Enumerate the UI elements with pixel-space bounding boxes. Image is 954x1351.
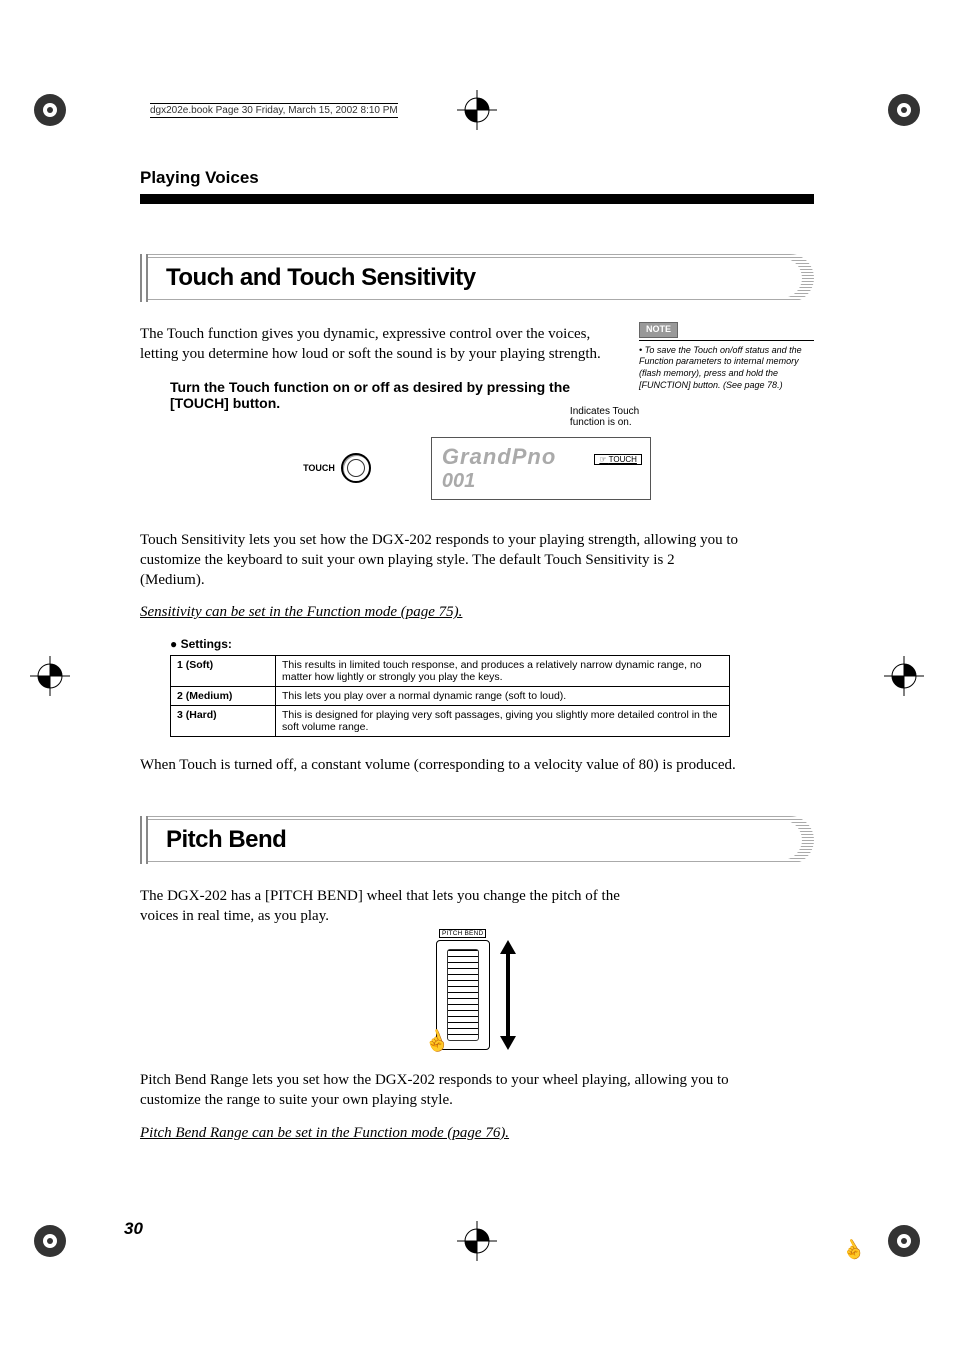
table-row: 2 (Medium)This lets you play over a norm… [171, 687, 730, 706]
function-link: Pitch Bend Range can be set in the Funct… [140, 1125, 814, 1142]
divider-bar [140, 194, 814, 204]
section-banner: Pitch Bend [140, 816, 814, 864]
crop-mark-icon [884, 1221, 924, 1261]
settings-table: 1 (Soft)This results in limited touch re… [170, 655, 730, 737]
register-mark-icon [30, 656, 70, 696]
crop-mark-icon [884, 90, 924, 130]
instruction-text: Turn the Touch function on or off as des… [170, 379, 600, 411]
touch-button-diagram: TOUCH ☝ [303, 453, 371, 483]
setting-name: 3 (Hard) [171, 706, 276, 737]
table-row: 3 (Hard)This is designed for playing ver… [171, 706, 730, 737]
page-number: 30 [124, 1219, 143, 1239]
pitch-intro: The DGX-202 has a [PITCH BEND] wheel tha… [140, 886, 660, 927]
page-header-info: dgx202e.book Page 30 Friday, March 15, 2… [150, 103, 398, 118]
section-title: Playing Voices [140, 168, 814, 188]
pitch-wheel-diagram: PITCH BEND ☝ [140, 940, 814, 1050]
settings-heading: Settings: [170, 637, 814, 651]
touch-button-label: TOUCH [303, 463, 335, 473]
hand-cursor-icon: ☝ [838, 1236, 868, 1265]
setting-desc: This results in limited touch response, … [276, 656, 730, 687]
crop-mark-icon [30, 1221, 70, 1261]
note-text: To save the Touch on/off status and the … [639, 345, 814, 392]
touch-on-indicator: TOUCH [594, 454, 642, 465]
setting-desc: This is designed for playing very soft p… [276, 706, 730, 737]
register-mark-icon [884, 656, 924, 696]
setting-desc: This lets you play over a normal dynamic… [276, 687, 730, 706]
pitch-wheel-label: PITCH BEND [439, 929, 486, 938]
banner-title: Pitch Bend [166, 826, 286, 854]
pitch-range-text: Pitch Bend Range lets you set how the DG… [140, 1070, 740, 1111]
table-row: 1 (Soft)This results in limited touch re… [171, 656, 730, 687]
display-voice-number: 001 [442, 470, 640, 493]
lcd-display: Indicates Touch function is on. GrandPno… [431, 437, 651, 500]
up-down-arrow-icon [498, 940, 518, 1050]
function-link: Sensitivity can be set in the Function m… [140, 604, 814, 621]
indicator-caption: Indicates Touch function is on. [570, 406, 670, 428]
crop-mark-icon [30, 90, 70, 130]
sensitivity-text: Touch Sensitivity lets you set how the D… [140, 530, 740, 591]
setting-name: 1 (Soft) [171, 656, 276, 687]
intro-text: The Touch function gives you dynamic, ex… [140, 324, 620, 365]
section-banner: Touch and Touch Sensitivity [140, 254, 814, 302]
setting-name: 2 (Medium) [171, 687, 276, 706]
banner-title: Touch and Touch Sensitivity [166, 264, 476, 292]
round-button-icon: ☝ [341, 453, 371, 483]
note-box: NOTE To save the Touch on/off status and… [639, 322, 814, 391]
touch-off-text: When Touch is turned off, a constant vol… [140, 755, 740, 775]
note-label: NOTE [639, 322, 678, 338]
